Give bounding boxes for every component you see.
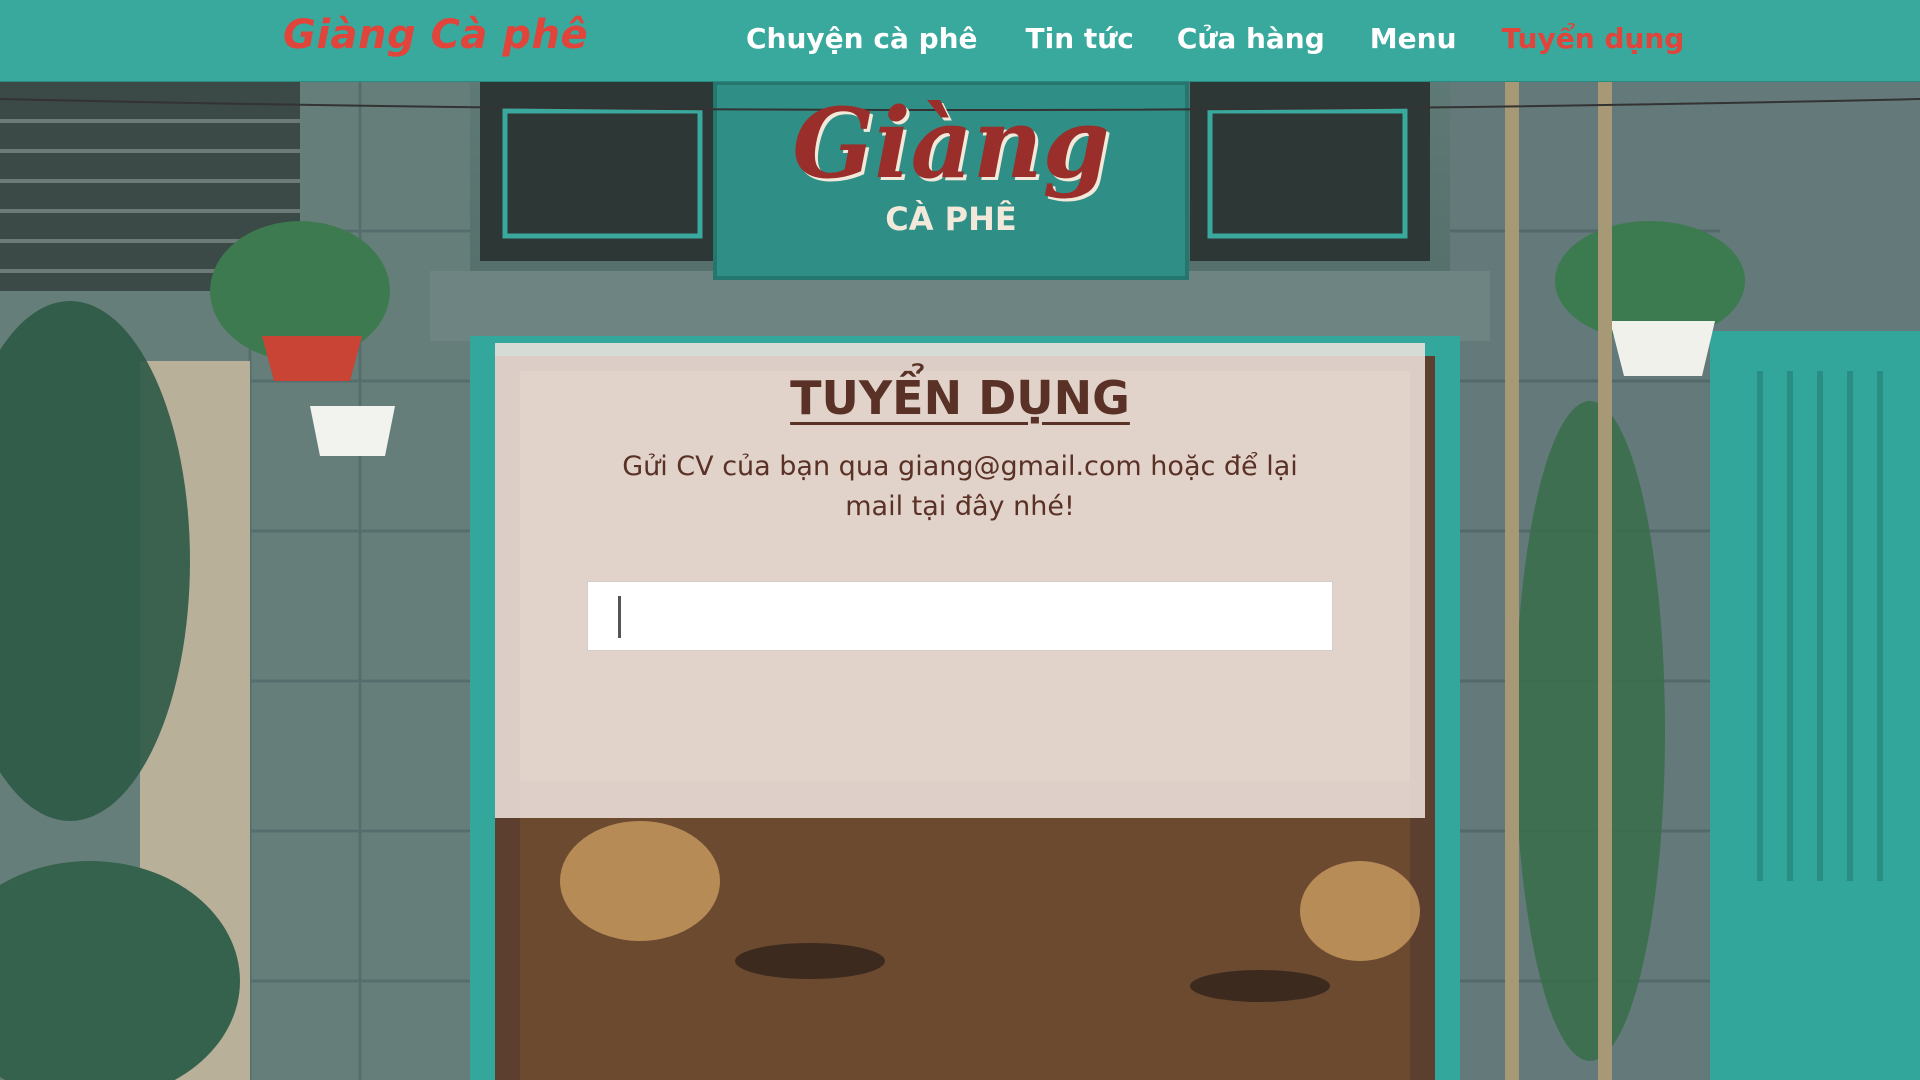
shop-sign-title: Giàng (792, 87, 1110, 200)
email-input[interactable] (587, 581, 1333, 651)
brand-logo[interactable]: Giàng Cà phê (283, 12, 588, 58)
nav-item-chuyen-ca-phe[interactable]: Chuyện cà phê (746, 22, 978, 55)
nav-item-tin-tuc[interactable]: Tin tức (1026, 22, 1134, 55)
recruitment-page: Giàng CÀ PHÊ Giàng Cà phê Chuyện cà phê … (0, 0, 1920, 1080)
nav-item-tuyen-dung[interactable]: Tuyển dụng (1502, 22, 1685, 55)
shop-sign: Giàng CÀ PHÊ (715, 83, 1187, 278)
recruitment-title: TUYỂN DỤNG (790, 371, 1130, 425)
top-navbar: Giàng Cà phê Chuyện cà phê Tin tức Cửa h… (0, 0, 1920, 82)
recruitment-panel: TUYỂN DỤNG Gửi CV của bạn qua giang@gmai… (495, 343, 1425, 818)
nav-item-cua-hang[interactable]: Cửa hàng (1177, 22, 1325, 55)
shop-sign-subtitle: CÀ PHÊ (885, 200, 1017, 238)
nav-item-menu[interactable]: Menu (1370, 22, 1457, 55)
text-caret (618, 596, 621, 638)
recruitment-message: Gửi CV của bạn qua giang@gmail.com hoặc … (622, 451, 1298, 522)
nav-menu: Chuyện cà phê Tin tức Cửa hàng Menu Tuyể… (746, 22, 1684, 55)
